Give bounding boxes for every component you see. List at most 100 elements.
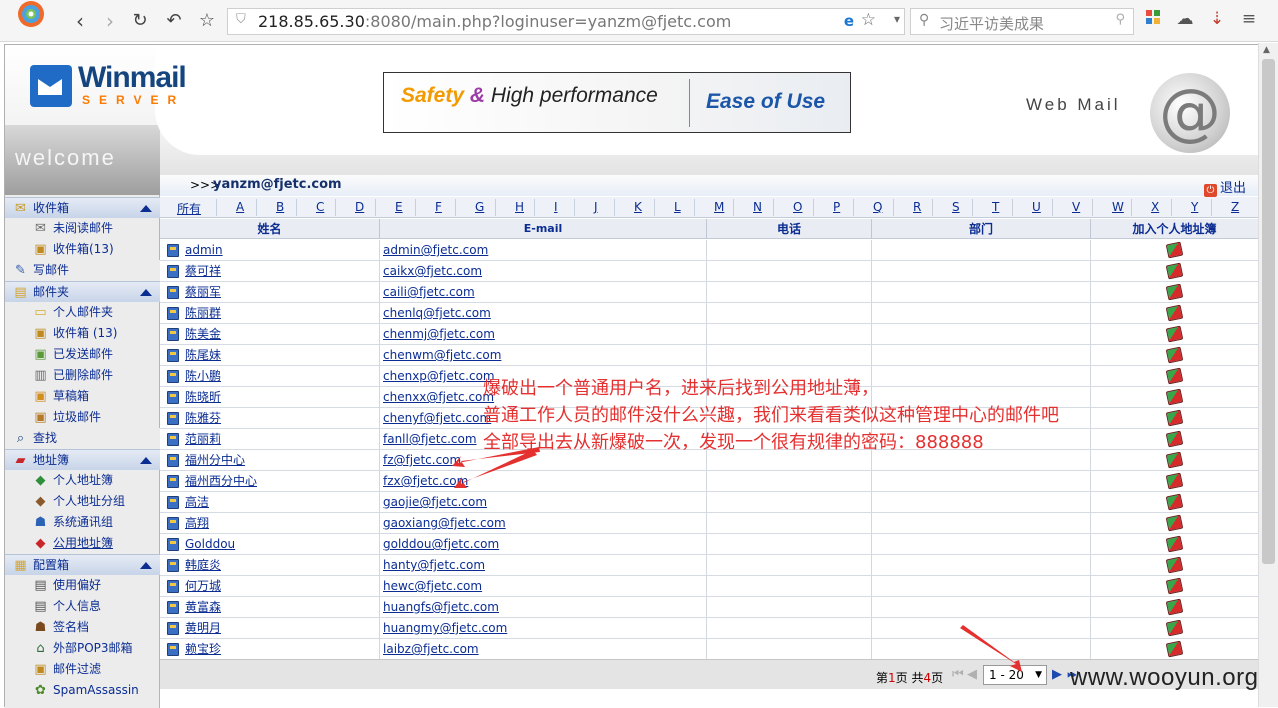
filter-letter-link[interactable]: Q	[873, 200, 882, 214]
contact-name-link[interactable]: 蔡可祥	[160, 261, 380, 282]
sidebar-item[interactable]: ▣ 垃圾邮件	[5, 407, 160, 428]
search-go-icon[interactable]: ⚲	[1115, 12, 1125, 27]
add-contact-icon[interactable]	[1165, 493, 1184, 511]
column-header-department[interactable]: 部门	[872, 219, 1091, 239]
contact-email-link[interactable]: chenwm@fjetc.com	[380, 345, 707, 366]
sidebar-item[interactable]: ▣ 邮件过滤	[5, 659, 160, 680]
next-page-icon[interactable]: ▶	[1052, 667, 1062, 682]
contact-name-link[interactable]: 陈丽群	[160, 303, 380, 324]
column-header-name[interactable]: 姓名	[160, 219, 380, 239]
contact-email-link[interactable]: hewc@fjetc.com	[380, 576, 707, 597]
filter-letter-link[interactable]: I	[554, 200, 558, 214]
add-contact-icon[interactable]	[1165, 577, 1184, 595]
add-contact-icon[interactable]	[1165, 535, 1184, 553]
filter-letter-link[interactable]: H	[515, 200, 524, 214]
address-url[interactable]: 218.85.65.30:8080/main.php?loginuser=yan…	[258, 12, 731, 31]
sidebar-item[interactable]: ◆ 公用地址簿	[5, 533, 160, 554]
add-contact-icon[interactable]	[1165, 472, 1184, 490]
filter-letter-link[interactable]: W	[1112, 200, 1124, 214]
chevron-down-icon[interactable]: ▾	[894, 12, 900, 26]
sidebar-item[interactable]: ▤ 使用偏好	[5, 575, 160, 596]
filter-letter-link[interactable]: R	[913, 200, 921, 214]
sidebar-item[interactable]: ◆ 个人地址簿	[5, 470, 160, 491]
contact-name-link[interactable]: 高翔	[160, 513, 380, 534]
filter-letter-link[interactable]: M	[714, 200, 724, 214]
sidebar-item[interactable]: ⌂ 外部POP3邮箱	[5, 638, 160, 659]
sidebar-item[interactable]: ☗ 系统通讯组	[5, 512, 160, 533]
contact-email-link[interactable]: laibz@fjetc.com	[380, 639, 707, 660]
logout-button[interactable]: ⏻ 退出	[1203, 177, 1246, 197]
sidebar-item[interactable]: ▥ 已删除邮件	[5, 365, 160, 386]
favorite-star-icon[interactable]: ☆	[861, 10, 876, 30]
sidebar-item[interactable]: ▣ 草稿箱	[5, 386, 160, 407]
filter-letter-link[interactable]: O	[793, 200, 802, 214]
add-contact-icon[interactable]	[1165, 241, 1184, 259]
contact-email-link[interactable]: gaoxiang@fjetc.com	[380, 513, 707, 534]
contact-email-link[interactable]: chenmj@fjetc.com	[380, 324, 707, 345]
contact-email-link[interactable]: fzx@fjetc.com	[380, 471, 707, 492]
page-range-select[interactable]: 1 - 20 ▼	[983, 665, 1047, 685]
sidebar-item[interactable]: ▣ 收件箱 (13)	[5, 323, 160, 344]
sidebar-item[interactable]: ✉ 未阅读邮件	[5, 218, 160, 239]
filter-letter-link[interactable]: V	[1072, 200, 1080, 214]
contact-name-link[interactable]: 陈小鹏	[160, 366, 380, 387]
add-contact-icon[interactable]	[1165, 325, 1184, 343]
collapse-icon[interactable]	[140, 562, 152, 569]
sidebar-item[interactable]: ◆ 个人地址分组	[5, 491, 160, 512]
contact-name-link[interactable]: admin	[160, 240, 380, 261]
address-bar[interactable]: ⛉ 218.85.65.30:8080/main.php?loginuser=y…	[227, 8, 905, 35]
filter-letter-link[interactable]: D	[355, 200, 364, 214]
search-box[interactable]: ⚲ 习近平访美成果 ⚲	[910, 8, 1134, 35]
filter-letter-link[interactable]: Z	[1231, 200, 1239, 214]
reload-button[interactable]: ↻	[128, 9, 152, 33]
contact-email-link[interactable]: hanty@fjetc.com	[380, 555, 707, 576]
sidebar-item[interactable]: ▤ 个人信息	[5, 596, 160, 617]
add-contact-icon[interactable]	[1165, 409, 1184, 427]
sidebar-item[interactable]: ▤ 邮件夹	[5, 281, 160, 302]
prev-page-icon[interactable]: ◀	[967, 667, 977, 682]
add-contact-icon[interactable]	[1165, 346, 1184, 364]
add-contact-icon[interactable]	[1165, 640, 1184, 658]
contact-name-link[interactable]: 何万城	[160, 576, 380, 597]
contact-name-link[interactable]: 陈雅芬	[160, 408, 380, 429]
add-contact-icon[interactable]	[1165, 262, 1184, 280]
contact-name-link[interactable]: Golddou	[160, 534, 380, 555]
sidebar-item[interactable]: ☗ 签名档	[5, 617, 160, 638]
cloud-sync-icon[interactable]: ☁	[1174, 9, 1196, 31]
contact-name-link[interactable]: 黄富森	[160, 597, 380, 618]
search-input[interactable]: 习近平访美成果	[939, 13, 1044, 34]
forward-button[interactable]: ›	[98, 9, 122, 33]
filter-letter-link[interactable]: S	[952, 200, 960, 214]
bookmark-star-button[interactable]: ☆	[195, 9, 219, 33]
filter-letter-link[interactable]: T	[992, 200, 999, 214]
sidebar-item[interactable]: ▦ 配置箱	[5, 554, 160, 575]
scroll-up-icon[interactable]: ▲	[1263, 45, 1270, 55]
page-scrollbar[interactable]: ▲	[1258, 43, 1278, 707]
contact-name-link[interactable]: 福州西分中心	[160, 471, 380, 492]
sidebar-item[interactable]: ▭ 个人邮件夹	[5, 302, 160, 323]
contact-name-link[interactable]: 蔡丽军	[160, 282, 380, 303]
filter-letter-link[interactable]: K	[634, 200, 642, 214]
collapse-icon[interactable]	[140, 457, 152, 464]
back-button[interactable]: ‹	[68, 9, 92, 33]
add-contact-icon[interactable]	[1165, 451, 1184, 469]
contact-email-link[interactable]: admin@fjetc.com	[380, 240, 707, 261]
browser-logo-icon[interactable]	[10, 0, 52, 36]
add-contact-icon[interactable]	[1165, 514, 1184, 532]
column-header-phone[interactable]: 电话	[707, 219, 872, 239]
sidebar-item[interactable]: ✿ SpamAssassin	[5, 680, 160, 701]
add-contact-icon[interactable]	[1165, 367, 1184, 385]
collapse-icon[interactable]	[140, 205, 152, 212]
contact-name-link[interactable]: 赖宝珍	[160, 639, 380, 660]
filter-letter-link[interactable]: B	[276, 200, 284, 214]
contact-email-link[interactable]: huangfs@fjetc.com	[380, 597, 707, 618]
filter-letter-link[interactable]: F	[435, 200, 442, 214]
filter-letter-link[interactable]: C	[316, 200, 324, 214]
filter-all-link[interactable]: 所有	[177, 200, 201, 217]
contact-email-link[interactable]: gaojie@fjetc.com	[380, 492, 707, 513]
add-contact-icon[interactable]	[1165, 430, 1184, 448]
contact-name-link[interactable]: 韩庭炎	[160, 555, 380, 576]
contact-email-link[interactable]: caikx@fjetc.com	[380, 261, 707, 282]
add-contact-icon[interactable]	[1165, 388, 1184, 406]
filter-letter-link[interactable]: U	[1032, 200, 1041, 214]
